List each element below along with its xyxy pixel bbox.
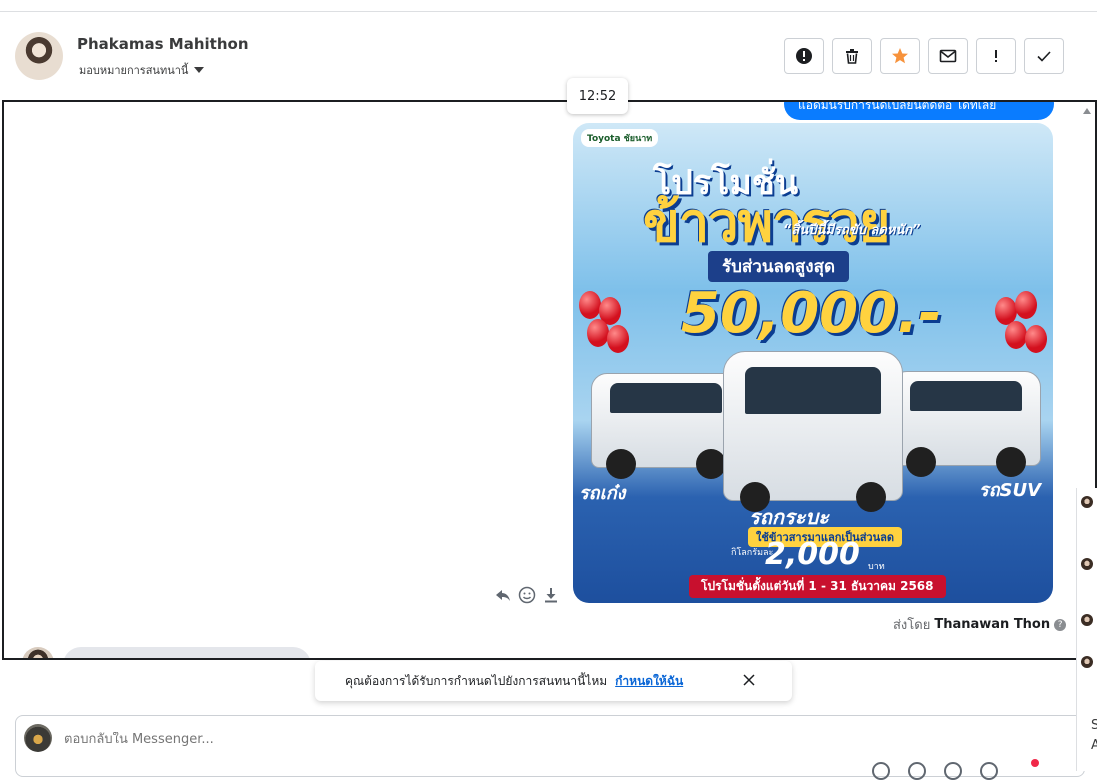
- balloons-left-graphic: [577, 291, 633, 365]
- star-icon: [892, 48, 908, 64]
- smiley-icon[interactable]: [518, 586, 536, 604]
- pickup-truck-graphic: [723, 351, 903, 512]
- assign-prompt-text: คุณต้องการได้รับการกำหนดไปยังการสนทนานี้…: [345, 673, 608, 688]
- reply-composer: [15, 715, 1085, 780]
- assign-conversation-dropdown[interactable]: มอบหมายการสนทนานี้: [79, 61, 205, 79]
- previous-message-text: แอดมินรับการนัดเปลี่ยนติดต่อ ได้ที่เลย: [798, 100, 997, 112]
- promo-image-attachment[interactable]: Toyota ชัยนาท โปรโมชั่น ข้าวพารวย “สิ้นป…: [573, 123, 1053, 603]
- sedan-label: รถเก๋ง: [579, 483, 626, 504]
- mark-done-button[interactable]: [1024, 38, 1064, 74]
- exclamation-icon: [995, 50, 997, 62]
- spam-button[interactable]: [784, 38, 824, 74]
- suv-label: รถSUV: [978, 480, 1041, 501]
- composer-tools: [872, 762, 998, 780]
- check-icon: [1037, 51, 1051, 62]
- attachment-icon[interactable]: [872, 762, 890, 780]
- rail-text-s: S: [1091, 718, 1097, 733]
- help-icon[interactable]: ?: [1054, 618, 1067, 631]
- baht-label: บาท: [868, 562, 885, 572]
- balloons-right-graphic: [993, 291, 1049, 365]
- contact-avatar[interactable]: [15, 32, 63, 80]
- promo-tagline: “สิ้นปีนี้มีรถขับ ลดหนัก”: [783, 223, 921, 238]
- contact-name[interactable]: Phakamas Mahithon: [77, 35, 249, 53]
- rail-text-a: A: [1091, 738, 1097, 753]
- suv-car-graphic: [891, 371, 1041, 477]
- reply-icon[interactable]: [494, 586, 512, 604]
- reply-input[interactable]: [64, 732, 764, 747]
- top-divider: [0, 0, 1097, 12]
- assign-to-me-link[interactable]: กำหนดให้ฉัน: [615, 672, 683, 691]
- notification-dot: [1031, 759, 1039, 767]
- tag-icon[interactable]: [908, 762, 926, 780]
- incoming-message-bubble[interactable]: [63, 647, 311, 658]
- right-side-rail: S A: [1076, 488, 1097, 771]
- trash-icon: [846, 49, 858, 64]
- message-hover-tools: [494, 586, 560, 604]
- contact-avatar-small: [22, 647, 54, 658]
- follow-up-button[interactable]: [880, 38, 920, 74]
- message-time-tooltip: 12:52: [567, 78, 628, 114]
- conversation-header: Phakamas Mahithon มอบหมายการสนทนานี้: [0, 12, 1097, 100]
- scroll-up-arrow-icon[interactable]: [1083, 108, 1091, 114]
- rail-avatar[interactable]: [1081, 656, 1093, 668]
- previous-message-bubble[interactable]: แอดมินรับการนัดเปลี่ยนติดต่อ ได้ที่เลย: [784, 100, 1054, 120]
- exclamation-circle-icon: [796, 48, 812, 64]
- sent-by-prefix: ส่งโดย: [893, 618, 931, 633]
- rail-avatar[interactable]: [1081, 496, 1093, 508]
- promo-discount-value: 50,000.-: [681, 281, 942, 346]
- sedan-car-graphic: [591, 373, 741, 479]
- sent-by-label: ส่งโดย Thanawan Thon ?: [893, 614, 1067, 635]
- rail-avatar[interactable]: [1081, 614, 1093, 626]
- close-icon[interactable]: [742, 673, 756, 687]
- caret-down-icon: [194, 67, 205, 73]
- sent-by-name: Thanawan Thon: [934, 617, 1051, 632]
- download-icon[interactable]: [542, 586, 560, 604]
- page-avatar: [24, 724, 52, 752]
- delete-button[interactable]: [832, 38, 872, 74]
- saved-reply-icon[interactable]: [944, 762, 962, 780]
- promo-date: โปรโมชั่นตั้งแต่วันที่ 1 - 31 ธันวาคม 25…: [689, 575, 946, 598]
- assign-label: มอบหมายการสนทนานี้: [79, 64, 189, 77]
- rail-avatar[interactable]: [1081, 558, 1093, 570]
- envelope-icon: [939, 49, 957, 63]
- mark-unread-button[interactable]: [928, 38, 968, 74]
- emoji-icon[interactable]: [980, 762, 998, 780]
- conversation-actions: [784, 38, 1064, 74]
- per-kg-value: 2,000: [765, 537, 860, 572]
- message-thread[interactable]: แอดมินรับการนัดเปลี่ยนติดต่อ ได้ที่เลย T…: [2, 100, 1097, 660]
- promo-discount-label: รับส่วนลดสูงสุด: [708, 251, 850, 282]
- assign-prompt-toast: คุณต้องการได้รับการกำหนดไปยังการสนทนานี้…: [315, 661, 792, 701]
- priority-button[interactable]: [976, 38, 1016, 74]
- promo-brand: Toyota ชัยนาท: [581, 129, 659, 147]
